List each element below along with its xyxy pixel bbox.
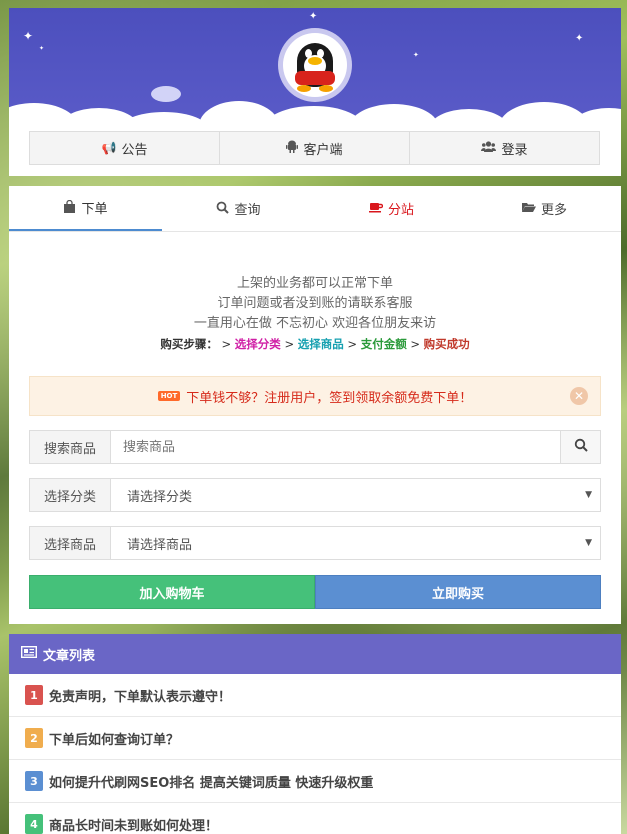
article-item[interactable]: 1 免责声明，下单默认表示遵守！ [9,674,621,717]
star-icon: ✦ [413,51,419,59]
article-number-badge: 3 [25,771,43,791]
tab-order-label: 下单 [81,202,108,217]
shopping-bag-icon [63,199,76,216]
product-label: 选择商品 [30,527,111,559]
add-to-cart-button[interactable]: 加入购物车 [29,575,315,609]
order-card: 下单 查询 分站 更多 上架的业务都可以正常下单 订单问题或者没到账的请联系客服… [9,186,621,624]
search-icon [216,201,230,217]
step-select-product: 选择商品 [297,337,344,351]
login-label: 登录 [501,142,528,158]
tab-substation[interactable]: 分站 [315,186,468,231]
search-label: 搜索商品 [30,431,111,463]
coffee-icon [368,201,384,216]
article-item[interactable]: 3 如何提升代刷网SEO排名 提高关键词质量 快速升级权重 [9,760,621,803]
android-icon [286,140,299,156]
qq-penguin-icon [283,33,347,97]
folder-open-icon [521,201,536,216]
article-title: 商品长时间未到账如何处理！ [49,818,219,834]
avatar [278,28,352,102]
search-input[interactable] [111,431,560,463]
step-purchase-success: 购买成功 [423,337,470,351]
step-select-category: 选择分类 [234,337,281,351]
users-icon [481,140,497,156]
tab-more-label: 更多 [540,203,567,218]
search-field: 搜索商品 [29,430,601,464]
article-number-badge: 2 [25,728,43,748]
caret-down-icon: ▼ [585,538,592,548]
page-container: ✦ ✦ ✦ ✦ ✦ 📢 公告 客户端 登录 下单 查询 分站 更多 上架的业务都… [9,8,621,834]
tab-query[interactable]: 查询 [162,186,315,231]
category-label: 选择分类 [30,479,111,511]
close-icon[interactable]: ✕ [570,387,588,405]
announcement-button[interactable]: 📢 公告 [30,132,220,164]
product-select-value: 请选择商品 [127,537,193,553]
star-icon: ✦ [23,29,34,43]
star-icon: ✦ [39,45,45,52]
search-icon [574,438,588,456]
article-item[interactable]: 2 下单后如何查询订单？ [9,717,621,760]
product-field: 选择商品 请选择商品 ▼ [29,526,601,560]
article-item[interactable]: 4 商品长时间未到账如何处理！ [9,803,621,834]
notice-line: 上架的业务都可以正常下单 [236,276,393,291]
step-pay-amount: 支付金额 [360,337,407,351]
client-label: 客户端 [303,142,343,158]
article-title: 下单后如何查询订单？ [49,732,180,748]
newspaper-icon [20,645,38,662]
article-title: 如何提升代刷网SEO排名 提高关键词质量 快速升级权重 [49,775,374,791]
megaphone-icon: 📢 [101,141,117,155]
tab-more[interactable]: 更多 [468,186,621,231]
purchase-steps: 购买步骤： > 选择分类 > 选择商品 > 支付金额 > 购买成功 [160,337,470,351]
category-field: 选择分类 请选择分类 ▼ [29,478,601,512]
steps-prefix: 购买步骤： [160,337,218,351]
star-icon: ✦ [309,11,318,22]
header-card: ✦ ✦ ✦ ✦ ✦ 📢 公告 客户端 登录 [9,8,621,176]
notice-line: 一直用心在做 不忘初心 欢迎各位朋友来访 [193,316,437,331]
client-button[interactable]: 客户端 [220,132,410,164]
main-tabs: 下单 查询 分站 更多 [9,186,621,232]
announcement-label: 公告 [121,142,148,158]
moon-icon [151,86,181,102]
notice-line: 订单问题或者没到账的请联系客服 [217,296,413,311]
star-icon: ✦ [575,33,584,44]
category-select-value: 请选择分类 [127,489,193,505]
article-list-card: 文章列表 1 免责声明，下单默认表示遵守！ 2 下单后如何查询订单？ 3 如何提升代刷网S… [9,634,621,834]
tab-substation-label: 分站 [387,203,414,218]
tab-query-label: 查询 [234,203,261,218]
article-list-header: 文章列表 [9,634,621,674]
search-button[interactable] [560,431,600,463]
hot-badge-icon: HOT [157,391,181,401]
login-button[interactable]: 登录 [410,132,599,164]
category-select[interactable]: 请选择分类 ▼ [111,479,600,511]
product-select[interactable]: 请选择商品 ▼ [111,527,600,559]
article-number-badge: 1 [25,685,43,705]
action-buttons: 加入购物车 立即购买 [29,575,601,609]
tab-order[interactable]: 下单 [9,186,162,231]
caret-down-icon: ▼ [585,490,592,500]
article-list-title: 文章列表 [43,648,96,664]
promo-alert-text: 下单钱不够？注册用户，签到领取余额免费下单！ [186,390,473,406]
article-title: 免责声明，下单默认表示遵守！ [49,689,232,705]
header-nav: 📢 公告 客户端 登录 [29,131,600,165]
article-number-badge: 4 [25,814,43,834]
promo-alert: HOT 下单钱不够？注册用户，签到领取余额免费下单！ ✕ [29,376,601,416]
notice-text: 上架的业务都可以正常下单 订单问题或者没到账的请联系客服 一直用心在做 不忘初心… [9,274,621,334]
buy-now-button[interactable]: 立即购买 [315,575,601,609]
